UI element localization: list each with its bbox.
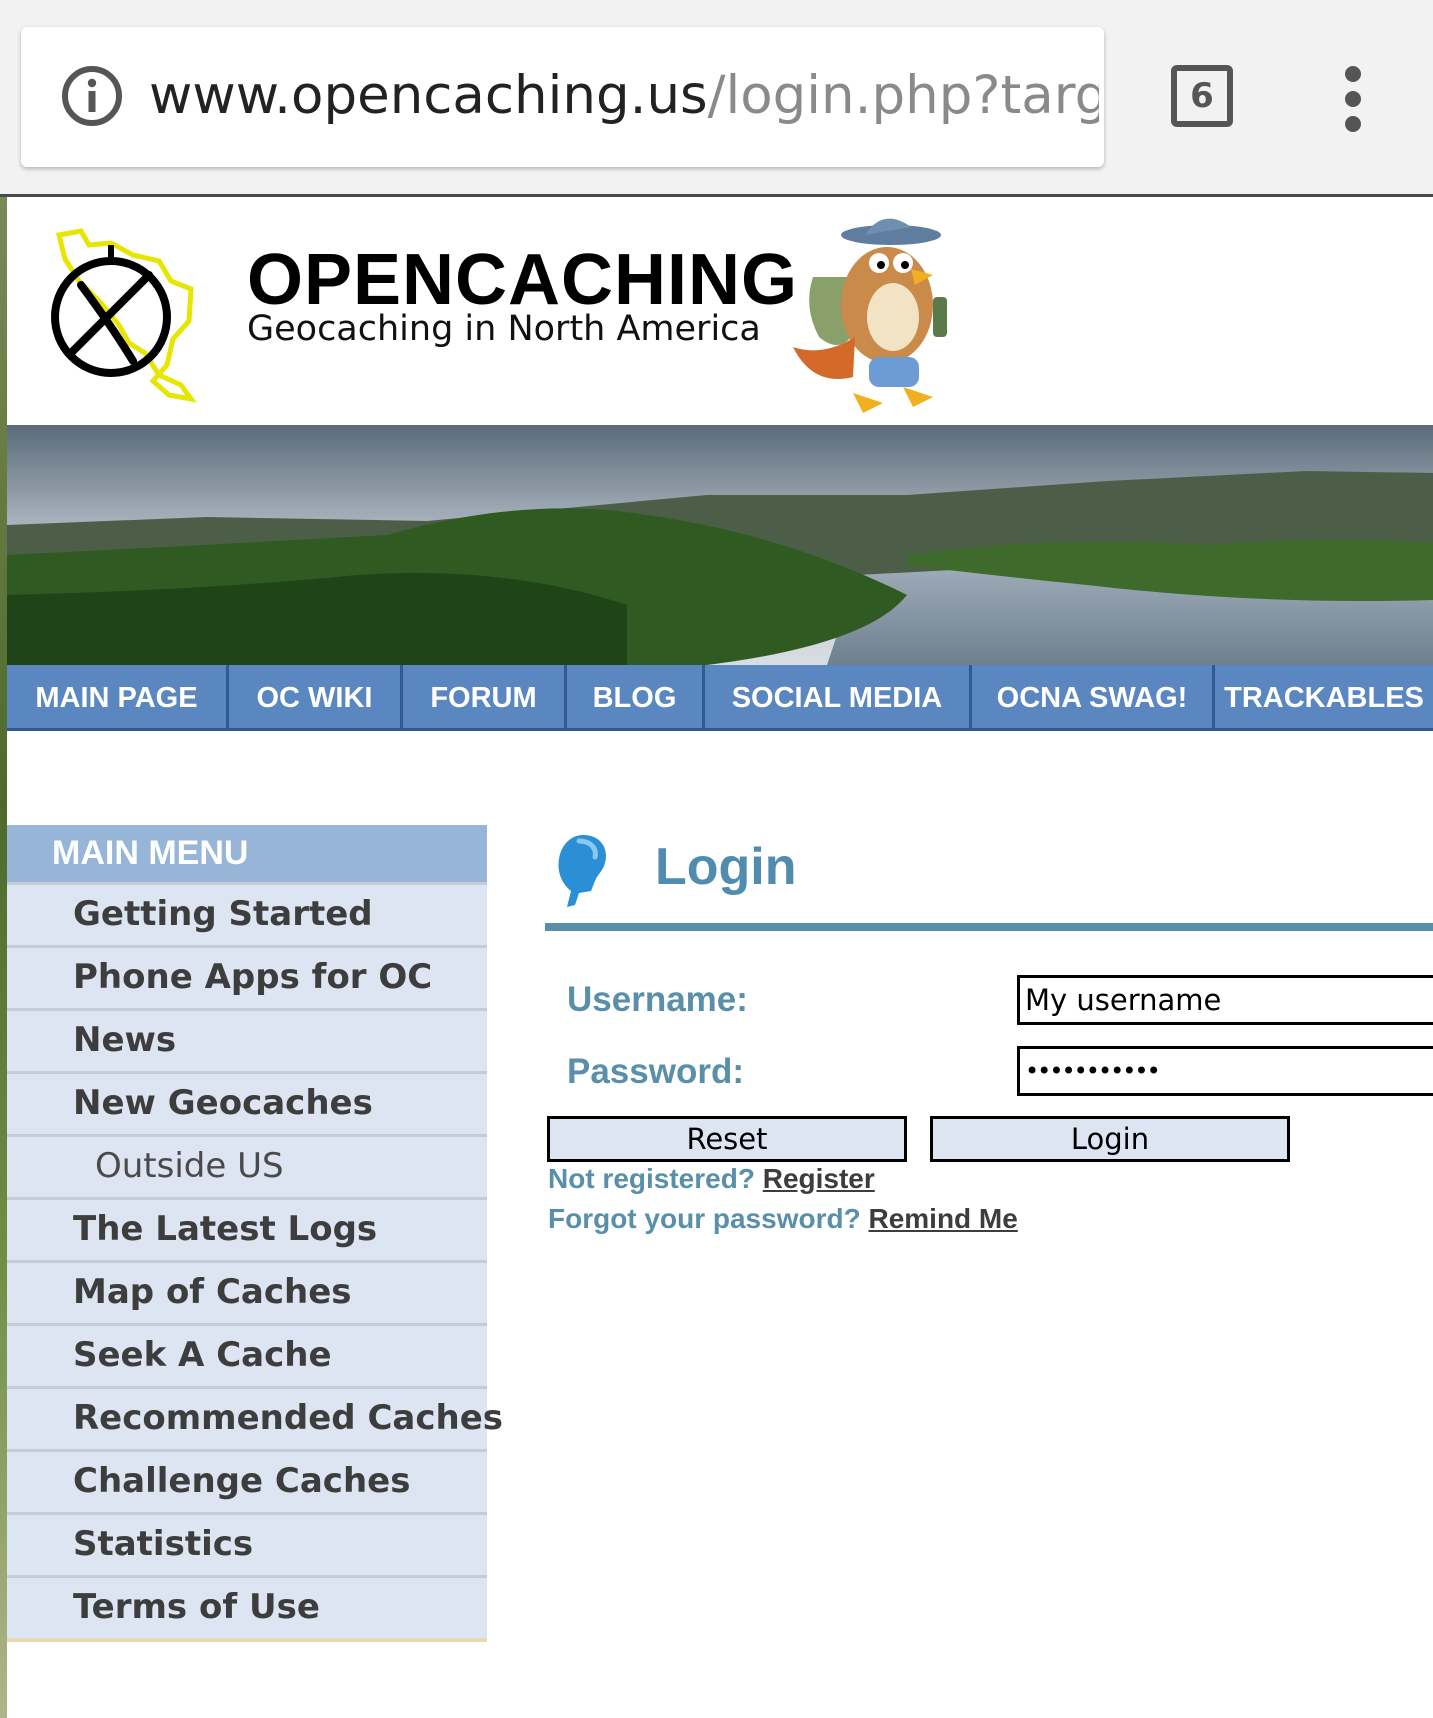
sidebar-item-terms-of-use[interactable]: Terms of Use [7, 1575, 487, 1638]
nav-main-page[interactable]: MAIN PAGE [7, 665, 229, 731]
register-link[interactable]: Register [763, 1163, 875, 1194]
sidebar-item-getting-started[interactable]: Getting Started [7, 882, 487, 945]
site-header: OPENCACHING Geocaching in North America [7, 197, 1433, 425]
main-menu-sidebar: MAIN MENU Getting Started Phone Apps for… [7, 825, 503, 1642]
user-head-icon [558, 835, 607, 907]
sidebar-bottom-border [7, 1638, 487, 1642]
sidebar-item-latest-logs[interactable]: The Latest Logs [7, 1197, 487, 1260]
sidebar-item-statistics[interactable]: Statistics [7, 1512, 487, 1575]
tab-counter-icon[interactable]: 6 [1171, 65, 1233, 127]
top-navigation: MAIN PAGE OC WIKI FORUM BLOG SOCIAL MEDI… [7, 665, 1433, 731]
remind-me-link[interactable]: Remind Me [868, 1203, 1017, 1234]
username-field[interactable]: My username [1017, 975, 1433, 1025]
nav-blog[interactable]: BLOG [567, 665, 705, 731]
sidebar-item-recommended-caches[interactable]: Recommended Caches [7, 1386, 503, 1449]
address-bar[interactable]: www.opencaching.us/login.php?target=ol [21, 27, 1104, 167]
sidebar-item-new-geocaches[interactable]: New Geocaches [7, 1071, 487, 1134]
url-path: /login.php?target=ol [707, 65, 1099, 126]
login-divider [545, 923, 1433, 931]
nav-oc-wiki[interactable]: OC WIKI [229, 665, 403, 731]
overflow-menu-icon[interactable] [1338, 66, 1368, 132]
password-label: Password: [567, 1052, 744, 1091]
url-text[interactable]: www.opencaching.us/login.php?target=ol [149, 61, 1099, 131]
nav-forum[interactable]: FORUM [403, 665, 567, 731]
login-title: Login [655, 838, 797, 896]
password-field[interactable]: ••••••••••• [1017, 1046, 1433, 1096]
nav-social-media[interactable]: SOCIAL MEDIA [705, 665, 972, 731]
browser-toolbar: www.opencaching.us/login.php?target=ol 6 [0, 0, 1433, 197]
forgot-password-text: Forgot your password? [548, 1203, 861, 1234]
page-left-edge [0, 197, 7, 1718]
reset-button[interactable]: Reset [547, 1116, 907, 1162]
geocaching-logo-icon[interactable] [41, 225, 207, 405]
sidebar-item-outside-us[interactable]: Outside US [7, 1134, 487, 1197]
sidebar-item-challenge-caches[interactable]: Challenge Caches [7, 1449, 487, 1512]
register-line: Not registered? Register [548, 1163, 875, 1195]
forgot-password-line: Forgot your password? Remind Me [548, 1203, 1018, 1235]
login-button[interactable]: Login [930, 1116, 1290, 1162]
owl-mascot-icon [793, 218, 947, 413]
url-host: www.opencaching.us [149, 65, 708, 126]
sidebar-item-seek-a-cache[interactable]: Seek A Cache [7, 1323, 487, 1386]
sidebar-item-phone-apps[interactable]: Phone Apps for OC [7, 945, 487, 1008]
username-label: Username: [567, 980, 748, 1019]
main-menu-header: MAIN MENU [7, 825, 487, 882]
nav-ocna-swag[interactable]: OCNA SWAG! [972, 665, 1215, 731]
not-registered-text: Not registered? [548, 1163, 755, 1194]
login-heading: Login [545, 825, 1433, 935]
site-subtitle: Geocaching in North America [247, 309, 761, 349]
landscape-banner [7, 425, 1433, 665]
sidebar-item-map-of-caches[interactable]: Map of Caches [7, 1260, 487, 1323]
info-icon[interactable] [61, 65, 123, 127]
nav-trackables[interactable]: TRACKABLES [1215, 665, 1433, 731]
sidebar-item-news[interactable]: News [7, 1008, 487, 1071]
